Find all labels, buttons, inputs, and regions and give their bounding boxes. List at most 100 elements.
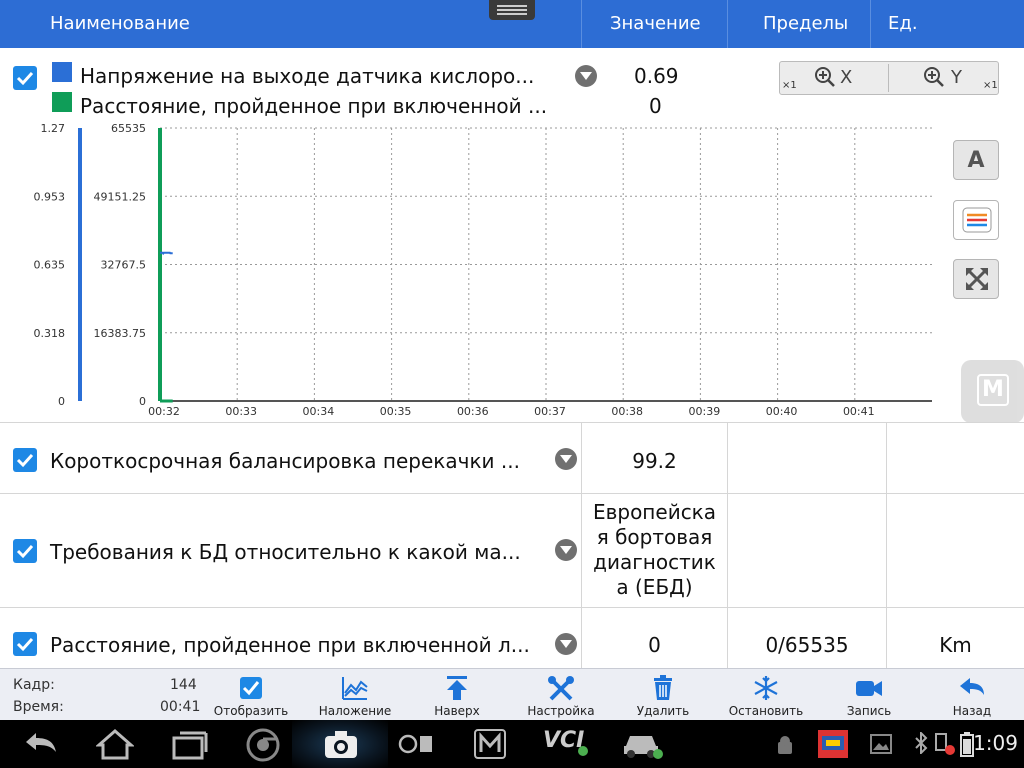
network-icon — [935, 733, 955, 755]
record-button[interactable]: Запись — [828, 673, 910, 719]
trash-icon — [654, 675, 672, 700]
row-dropdown-icon[interactable] — [555, 633, 577, 655]
x-tick-label: 00:32 — [148, 405, 180, 418]
video-camera-icon — [856, 681, 882, 696]
zoom-in-icon — [924, 67, 944, 87]
y-left-tick-label: 0.635 — [34, 259, 66, 272]
app-root: Наименование Значение Пределы Ед. измере… — [0, 0, 1024, 768]
series-1-dropdown-icon[interactable] — [575, 65, 597, 87]
y-right-tick-label: 65535 — [111, 122, 146, 135]
header-limits: Пределы — [763, 13, 849, 34]
row-value: Европейска я бортовая диагностик а (ЕБД) — [582, 500, 727, 600]
android-home-icon[interactable] — [96, 728, 134, 760]
drag-handle[interactable] — [489, 0, 535, 20]
y-left-tick-label: 1.27 — [41, 122, 66, 135]
list-item: Требования к БД относительно к какой ма.… — [0, 493, 1024, 608]
x-tick-label: 00:38 — [611, 405, 643, 418]
delete-button[interactable]: Удалить — [620, 673, 706, 719]
header-value: Значение — [610, 13, 701, 34]
x-tick-label: 00:41 — [843, 405, 875, 418]
x-tick-label: 00:39 — [689, 405, 721, 418]
snowflake-icon — [754, 676, 778, 700]
chart-overlay-icon — [342, 677, 368, 700]
line-chart: 0 0 0.318 16383.75 0.635 32767.5 0.953 49151.25… — [34, 122, 932, 418]
series-1-value: 0.69 — [634, 64, 679, 88]
zoom-y-multiplier: ×1 — [983, 80, 998, 91]
zoom-y-label: Y — [951, 67, 962, 88]
y-left-tick-label: 0.953 — [34, 190, 66, 203]
display-button[interactable]: Отобразить — [205, 673, 297, 719]
row-value: 99.2 — [632, 449, 677, 473]
android-recents-icon[interactable] — [170, 728, 210, 760]
row-units: Km — [939, 633, 972, 657]
y-left-tick-label: 0.318 — [34, 327, 66, 340]
y-left-tick-label: 0 — [58, 395, 65, 408]
top-button[interactable]: Наверх — [414, 673, 500, 719]
x-tick-label: 00:40 — [766, 405, 798, 418]
wrench-icon — [548, 676, 574, 701]
record-button-label: Запись — [846, 704, 892, 718]
system-nav-bar: VCI 1:09 — [0, 720, 1024, 768]
frame-label: Кадр: — [13, 677, 55, 693]
time-label: Время: — [13, 699, 64, 715]
overlay-button[interactable]: Наложение — [310, 673, 400, 719]
row-checkbox[interactable] — [13, 632, 37, 656]
back-button-label: Назад — [952, 704, 992, 718]
back-button[interactable]: Назад — [930, 673, 1014, 719]
row-name: Требования к БД относительно к какой ма.… — [50, 540, 521, 564]
row-dropdown-icon[interactable] — [555, 539, 577, 561]
gallery-icon — [870, 734, 892, 754]
settings-button[interactable]: Настройка — [515, 673, 607, 719]
zoom-y-button[interactable]: Y ×1 — [889, 62, 998, 94]
checkbox-icon — [240, 677, 262, 699]
series-1-name: Напряжение на выходе датчика кислоро... — [80, 64, 535, 88]
android-debug-icon — [778, 736, 792, 754]
x-tick-label: 00:35 — [380, 405, 412, 418]
overlay-button-label: Наложение — [318, 704, 392, 718]
y-right-tick-label: 16383.75 — [94, 327, 147, 340]
row-name: Короткосрочная балансировка перекачки ..… — [50, 449, 520, 473]
header-units: Ед. измерения — [888, 13, 991, 82]
table-header: Наименование Значение Пределы Ед. измере… — [0, 0, 1024, 82]
series-1-line — [160, 251, 173, 256]
row-value-line: я бортовая — [596, 525, 713, 549]
app-notification-icon — [818, 730, 848, 758]
x-tick-label: 00:36 — [457, 405, 489, 418]
android-back-icon[interactable] — [22, 728, 60, 758]
camera-icon[interactable] — [322, 728, 360, 760]
header-name: Наименование — [50, 13, 190, 34]
battery-icon — [960, 732, 974, 757]
frame-value: 144 — [170, 677, 197, 693]
settings-button-label: Настройка — [527, 704, 595, 718]
delete-button-label: Удалить — [636, 704, 690, 718]
series-1-swatch — [52, 62, 72, 82]
row-dropdown-icon[interactable] — [555, 448, 577, 470]
top-button-label: Наверх — [434, 704, 480, 718]
brightness-volume-icon[interactable] — [396, 728, 436, 760]
y-right-tick-label: 49151.25 — [94, 190, 147, 203]
list-item: Расстояние, пройденное при включенной л.… — [0, 607, 1024, 669]
maxisys-icon[interactable] — [473, 728, 507, 760]
row-value-line: Европейска — [592, 500, 717, 524]
vci-status-dot — [578, 746, 588, 756]
arrow-up-icon — [447, 676, 467, 700]
stop-button-label: Остановить — [728, 704, 804, 718]
stop-button[interactable]: Остановить — [718, 673, 814, 719]
bottom-toolbar: Кадр: 144 Время: 00:41 Отобразить Наложе… — [0, 668, 1024, 720]
chrome-icon[interactable] — [246, 728, 280, 762]
row-checkbox[interactable] — [13, 448, 37, 472]
series-2-swatch — [52, 92, 72, 112]
zoom-x-button[interactable]: ×1 X — [780, 62, 889, 94]
list-item: Короткосрочная балансировка перекачки ..… — [0, 422, 1024, 494]
car-icon[interactable] — [620, 728, 664, 760]
row-value-line: а (ЕБД) — [616, 575, 693, 599]
x-tick-label: 00:37 — [534, 405, 566, 418]
zoom-x-label: X — [840, 67, 853, 88]
bluetooth-icon — [915, 732, 928, 754]
back-arrow-icon — [960, 678, 984, 695]
row-name: Расстояние, пройденное при включенной л.… — [50, 633, 530, 657]
chart-checkbox[interactable] — [13, 66, 37, 90]
x-tick-label: 00:34 — [303, 405, 335, 418]
row-checkbox[interactable] — [13, 539, 37, 563]
display-button-label: Отобразить — [213, 704, 289, 718]
